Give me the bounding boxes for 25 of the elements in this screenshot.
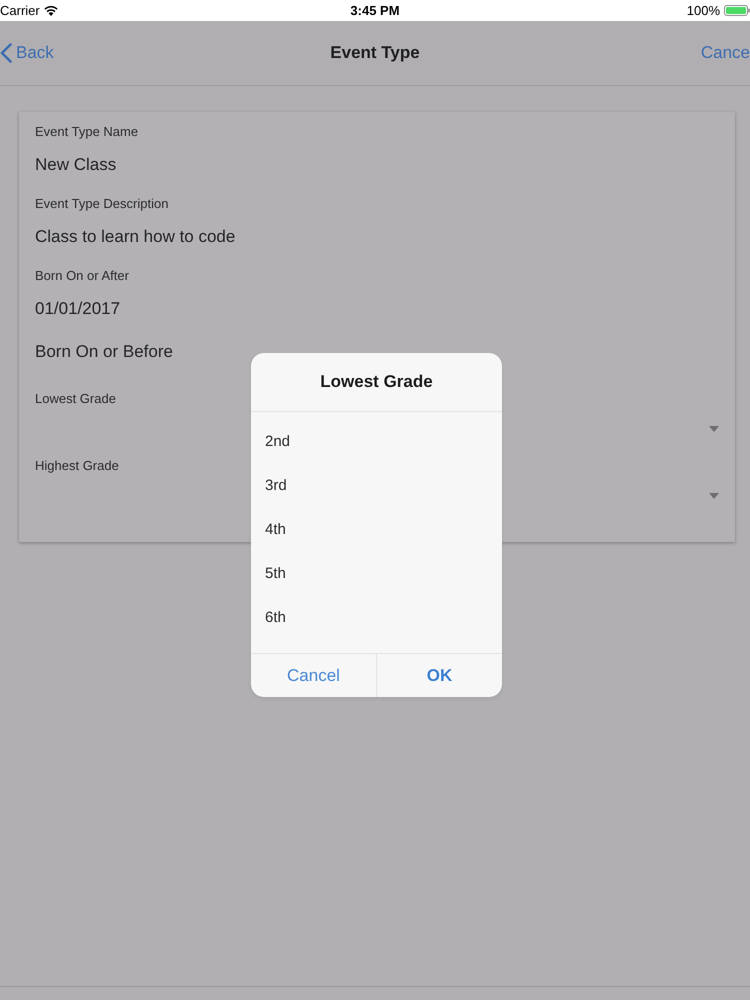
caret-icon [709,493,719,499]
field-label: Lowest Grade [35,390,116,408]
battery-icon [724,5,750,16]
text-field[interactable]: New Class [35,152,719,178]
ok-button[interactable]: OK [376,654,502,697]
caret-icon [709,426,719,432]
carrier-label: Carrier [0,2,40,20]
grade-option[interactable]: 6th [251,596,502,640]
back-chevron-icon [0,43,12,63]
text-field[interactable]: Class to learn how to code [35,224,719,250]
grade-option[interactable]: 2nd [251,420,502,464]
grade-option[interactable]: 4th [251,508,502,552]
text-field[interactable]: 01/01/2017 [35,296,719,322]
field-label: Event Type Name [35,123,138,141]
field-label: Highest Grade [35,457,119,475]
dialog-title: Lowest Grade [320,371,433,394]
field-label: Event Type Description [35,195,168,213]
grade-option[interactable]: 3rd [251,464,502,508]
grade-option[interactable]: 5th [251,552,502,596]
clock-time: 3:45 PM [350,2,400,20]
wifi-icon [44,5,58,16]
date-field[interactable]: Born On or Before [35,339,235,365]
field-label: Born On or After [35,267,129,285]
page-title: Event Type [330,42,420,64]
battery-percent: 100% [686,2,720,20]
